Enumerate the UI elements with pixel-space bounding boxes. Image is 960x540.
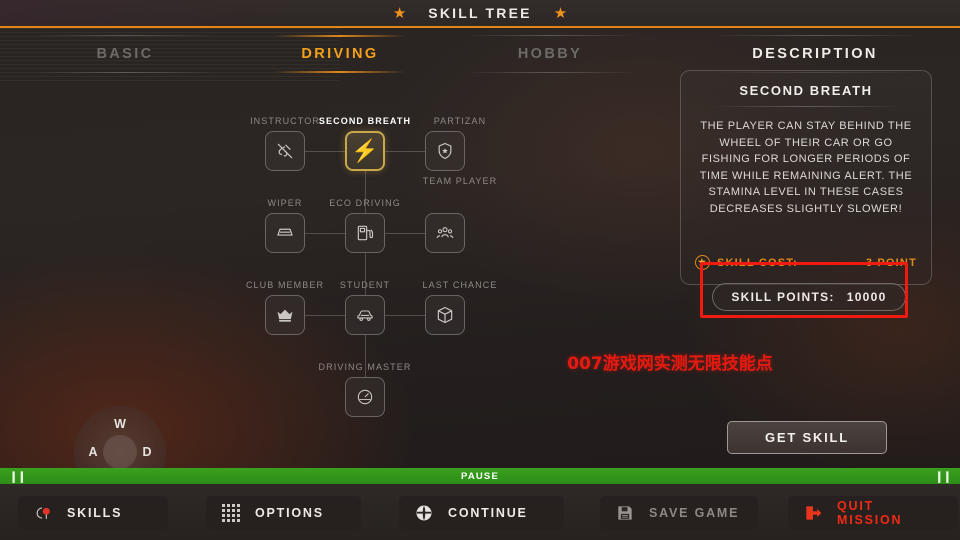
no-violin-icon [274,140,296,162]
skill-node-eco-driving[interactable] [345,213,385,253]
pause-icon-left: ❙❙ [9,470,26,483]
tree-link [385,315,425,316]
toolbar-save-game-label: SAVE GAME [649,506,740,520]
tree-link [305,233,345,234]
grid-icon [220,502,242,524]
team-icon [434,222,456,244]
tab-rule-top [463,35,637,36]
skill-description-text: THE PLAYER CAN STAY BEHIND THE WHEEL OF … [699,120,913,215]
bottom-toolbar: SKILLS OPTIONS CONTINUE SAVE GAME QUIT M… [0,484,960,540]
toolbar-continue[interactable]: CONTINUE [399,496,564,530]
toolbar-quit-mission[interactable]: QUIT MISSION [788,496,958,530]
get-skill-label: GET SKILL [764,430,850,445]
skill-node-team-player[interactable] [425,213,465,253]
node-label-last-chance: LAST CHANCE [422,280,498,290]
skill-node-club-member[interactable] [265,295,305,335]
description-panel: SECOND BREATH THE PLAYER CAN STAY BEHIND… [680,70,932,285]
tab-driving[interactable]: DRIVING [250,30,430,78]
divider [708,106,904,107]
tab-hobby-label: HOBBY [517,46,583,62]
node-label-team-player: TEAM PLAYER [422,176,498,186]
tab-rule-top [710,35,920,36]
titlebar-backdrop [0,0,300,26]
skill-tree-graph: INSTRUCTOR SECOND BREATH ⚡ PARTIZAN WIPE… [220,104,520,434]
key-a[interactable]: A [85,445,101,459]
crown-icon [274,304,296,326]
toolbar-continue-label: CONTINUE [448,506,528,520]
skill-cost-value: 3 POINT [865,256,917,269]
skill-cost-row: ★ SKILL COST: 3 POINT [695,255,917,270]
wasd-hub [103,435,137,469]
lightning-icon: ⚡ [351,138,379,163]
node-label-driving-master: DRIVING MASTER [318,362,412,372]
toolbar-skills-label: SKILLS [67,506,123,520]
skill-points-label: SKILL POINTS: [731,290,835,304]
annotation-text: 007游戏网实测无限技能点 [567,354,773,374]
toolbar-options[interactable]: OPTIONS [206,496,361,530]
skill-title: SECOND BREATH [739,83,873,98]
skill-node-second-breath[interactable]: ⚡ [345,131,385,171]
box-icon [434,304,456,326]
tree-link [385,151,425,152]
tree-link [305,315,345,316]
toolbar-save-game[interactable]: SAVE GAME [600,496,758,530]
node-label-eco-driving: ECO DRIVING [329,198,401,208]
tab-rule-top [35,35,215,36]
skill-points-value: 10000 [846,290,887,304]
star-icon-left: ★ [392,4,407,22]
pause-icon-right: ❙❙ [934,470,952,483]
skill-node-instructor[interactable] [265,131,305,171]
pause-label: PAUSE [460,470,500,482]
tree-link [305,151,345,152]
title-bar: ★ SKILL TREE ★ [0,0,960,28]
wiper-icon [274,222,296,244]
tab-rule-bottom [463,72,637,73]
brain-skills-icon [32,502,54,524]
tab-basic-label: BASIC [96,46,154,62]
description-header-label: DESCRIPTION [752,46,878,62]
key-w[interactable]: W [112,417,128,431]
globe-icon [413,502,435,524]
tab-rule-top [275,35,405,37]
star-icon-right: ★ [553,4,568,22]
toolbar-skills[interactable]: SKILLS [18,496,168,530]
skill-node-last-chance[interactable] [425,295,465,335]
star-badge-icon: ★ [695,255,710,270]
tab-driving-label: DRIVING [301,46,379,62]
toolbar-quit-mission-label: QUIT MISSION [837,499,903,527]
page-title: SKILL TREE [428,5,532,21]
tab-rule-bottom [275,71,405,73]
skill-node-wiper[interactable] [265,213,305,253]
toolbar-options-label: OPTIONS [255,506,324,520]
fuel-pump-icon [354,222,376,244]
tree-link [385,233,425,234]
pause-bar: ❙❙ PAUSE ❙❙ [0,468,960,484]
car-icon [354,304,376,326]
exit-door-icon [802,502,824,524]
skill-cost-label: SKILL COST: [717,256,798,269]
skill-node-driving-master[interactable] [345,377,385,417]
tab-basic[interactable]: BASIC [0,30,250,78]
skill-node-student[interactable] [345,295,385,335]
skill-node-partizan[interactable] [425,131,465,171]
police-badge-icon [434,140,456,162]
skill-points-display: SKILL POINTS: 10000 [712,283,906,311]
skill-tree-screen: ★ SKILL TREE ★ BASIC DRIVING HOBBY DESCR… [0,0,960,540]
speedometer-icon [354,386,376,408]
floppy-disk-icon [614,502,636,524]
key-d[interactable]: D [139,445,155,459]
get-skill-button[interactable]: GET SKILL [727,421,887,454]
tab-hobby[interactable]: HOBBY [430,30,670,78]
node-label-partizan: PARTIZAN [433,116,487,126]
tab-rule-bottom [35,72,215,73]
